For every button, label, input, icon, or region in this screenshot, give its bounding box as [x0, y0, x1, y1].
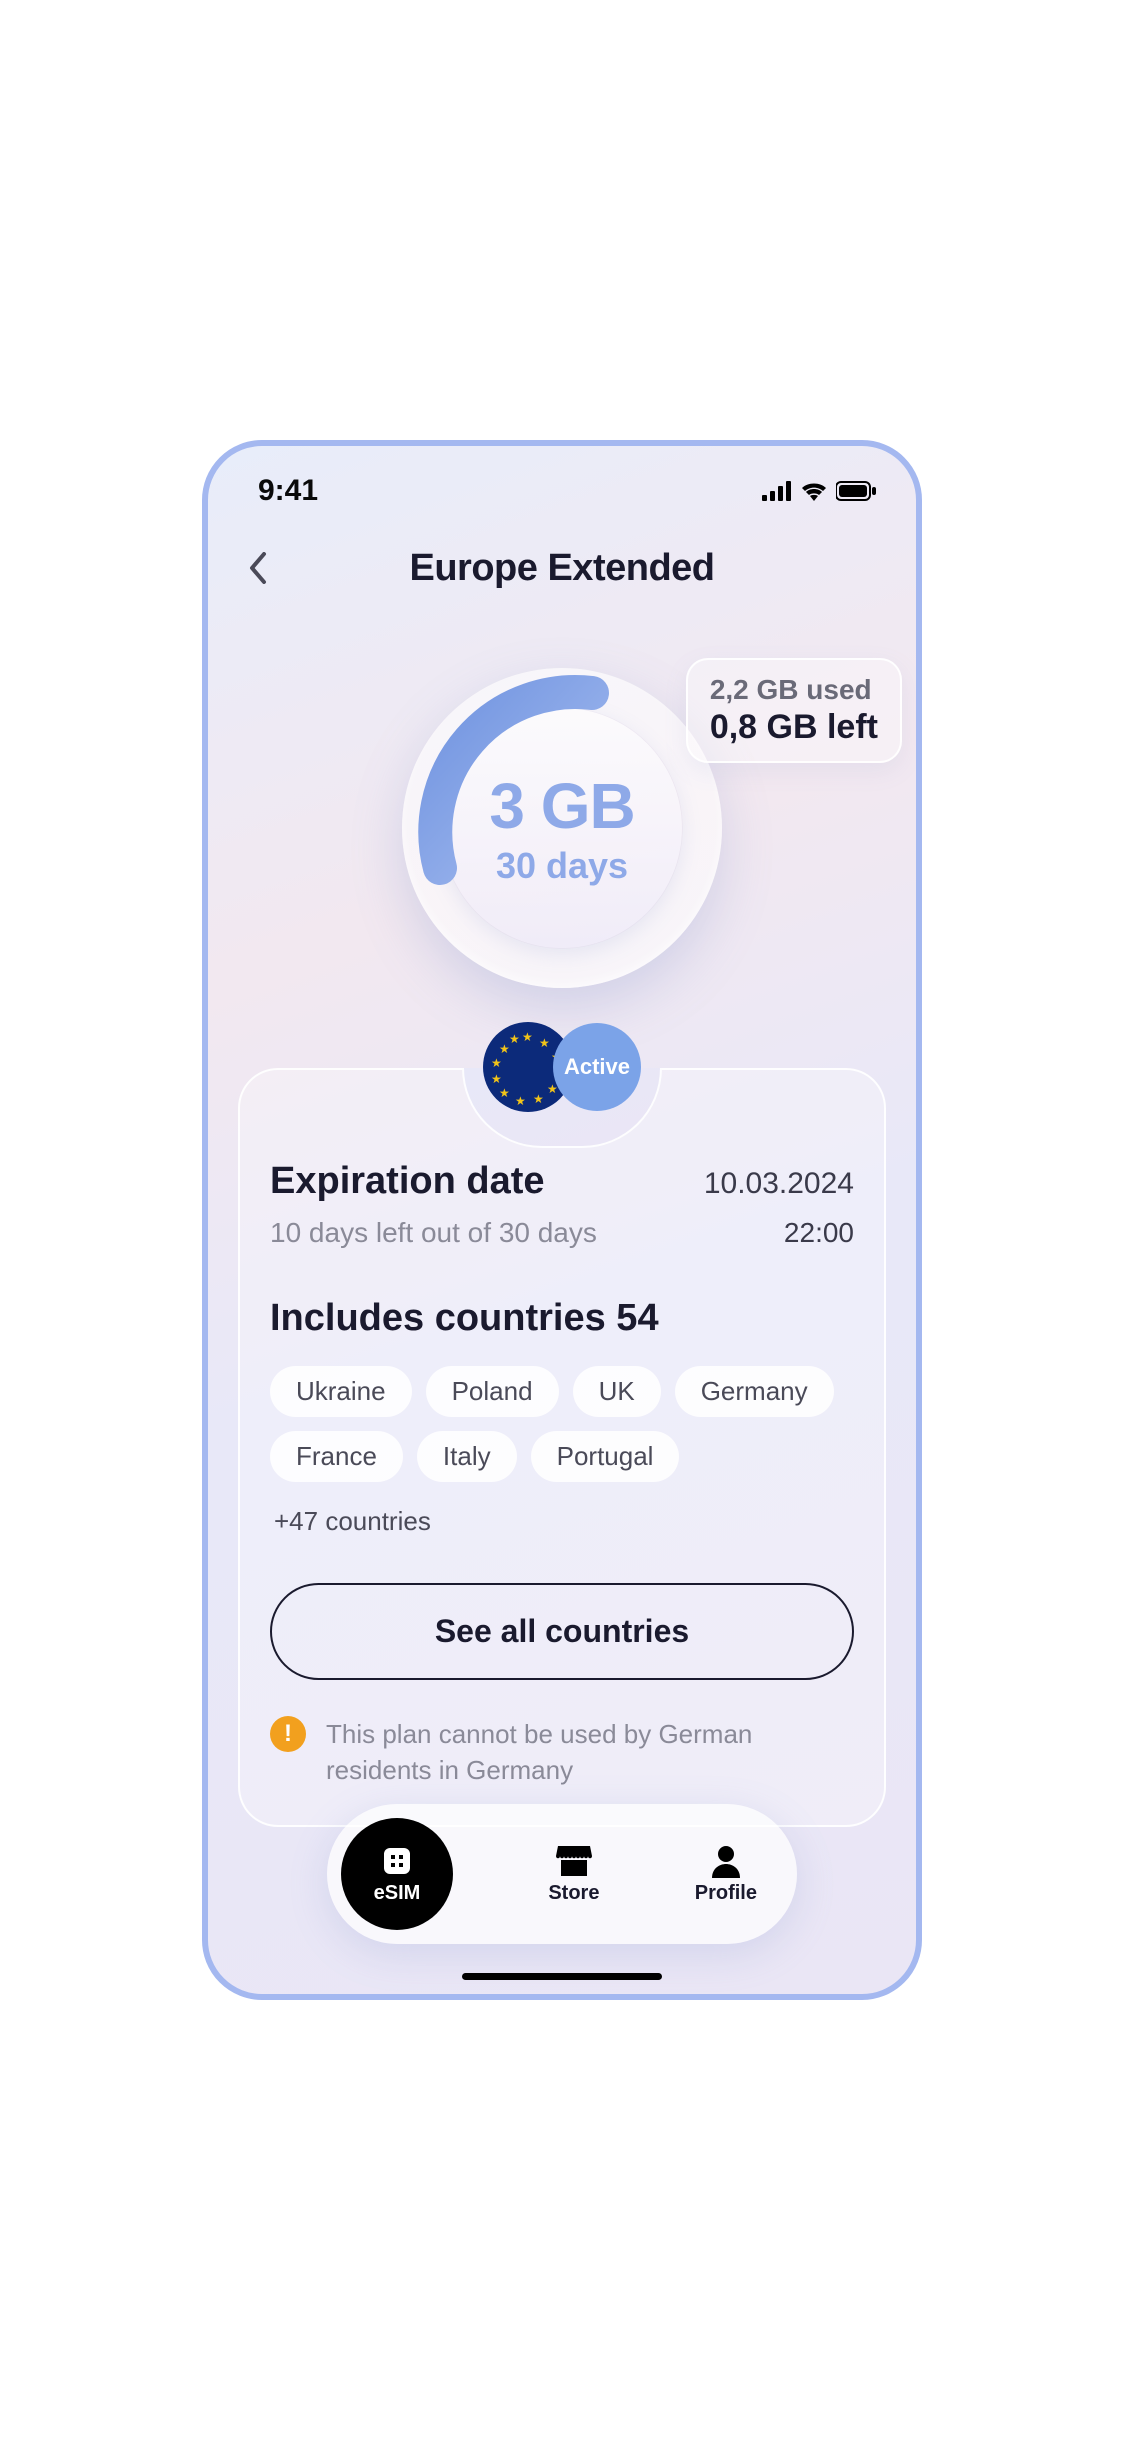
country-chip[interactable]: Ukraine — [270, 1366, 412, 1417]
store-icon — [555, 1844, 593, 1878]
nav-profile[interactable]: Profile — [695, 1844, 757, 1905]
battery-icon — [836, 481, 876, 501]
nav-label: Profile — [695, 1882, 757, 1905]
country-chip-more: +47 countries — [270, 1496, 435, 1547]
country-chips: Ukraine Poland UK Germany France Italy P… — [270, 1366, 854, 1547]
warning-row: ! This plan cannot be used by German res… — [270, 1716, 854, 1789]
country-chip[interactable]: France — [270, 1431, 403, 1482]
country-chip[interactable]: Poland — [426, 1366, 559, 1417]
usage-badge: 2,2 GB used 0,8 GB left — [686, 658, 902, 763]
usage-section: 3 GB 30 days 2,2 GB used 0,8 GB left — [208, 668, 916, 988]
back-button[interactable] — [238, 548, 278, 588]
nav-label: eSIM — [374, 1882, 421, 1905]
usage-duration: 30 days — [496, 845, 628, 887]
signal-icon — [762, 481, 792, 501]
chevron-left-icon — [248, 552, 268, 584]
bottom-nav: eSIM Store Profile — [327, 1804, 797, 1944]
wifi-icon — [800, 481, 828, 501]
plan-card: ★ ★ ★ ★ ★ ★ ★ ★ ★ ★ ★ ★ Active Expiratio… — [238, 1068, 886, 1827]
status-bar: 9:41 — [208, 446, 916, 518]
expiration-time: 22:00 — [784, 1217, 854, 1249]
esim-icon — [380, 1844, 414, 1878]
country-chip[interactable]: Germany — [675, 1366, 834, 1417]
expiration-date: 10.03.2024 — [704, 1167, 854, 1201]
nav-label: Store — [548, 1882, 599, 1905]
flags-badge: ★ ★ ★ ★ ★ ★ ★ ★ ★ ★ ★ ★ Active — [483, 1022, 641, 1112]
nav-esim[interactable]: eSIM — [341, 1818, 453, 1930]
page-title: Europe Extended — [208, 547, 916, 590]
usage-left: 0,8 GB left — [710, 708, 878, 747]
country-chip[interactable]: UK — [573, 1366, 661, 1417]
countries-label: Includes countries 54 — [270, 1297, 854, 1340]
country-chip[interactable]: Portugal — [531, 1431, 680, 1482]
usage-total: 3 GB — [489, 769, 634, 843]
warning-icon: ! — [270, 1716, 306, 1752]
header: Europe Extended — [208, 518, 916, 608]
status-time: 9:41 — [258, 474, 318, 508]
status-icons — [762, 481, 876, 501]
see-all-countries-button[interactable]: See all countries — [270, 1583, 854, 1680]
warning-text: This plan cannot be used by German resid… — [326, 1716, 854, 1789]
home-indicator[interactable] — [462, 1973, 662, 1980]
expiration-label: Expiration date — [270, 1160, 545, 1203]
country-chip[interactable]: Italy — [417, 1431, 517, 1482]
profile-icon — [710, 1844, 742, 1878]
expiration-sub: 10 days left out of 30 days — [270, 1217, 597, 1249]
usage-used: 2,2 GB used — [710, 674, 878, 706]
usage-ring: 3 GB 30 days 2,2 GB used 0,8 GB left — [402, 668, 722, 988]
nav-store[interactable]: Store — [548, 1844, 599, 1905]
status-badge: Active — [553, 1023, 641, 1111]
